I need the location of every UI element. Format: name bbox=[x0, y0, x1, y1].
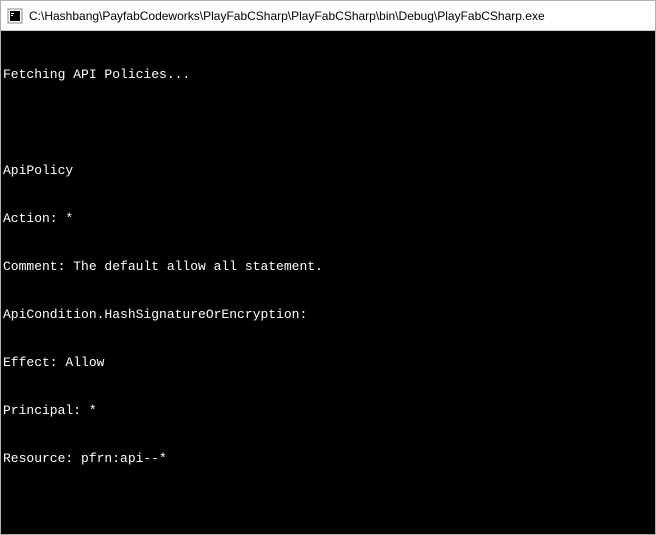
console-line bbox=[3, 115, 653, 131]
console-line: Comment: The default allow all statement… bbox=[3, 259, 653, 275]
console-line: Fetching API Policies... bbox=[3, 67, 653, 83]
console-line: Effect: Allow bbox=[3, 355, 653, 371]
console-window: C:\Hashbang\PayfabCodeworks\PlayFabCShar… bbox=[0, 0, 656, 535]
titlebar[interactable]: C:\Hashbang\PayfabCodeworks\PlayFabCShar… bbox=[1, 1, 655, 31]
console-line bbox=[3, 499, 653, 515]
app-icon bbox=[7, 8, 23, 24]
window-title: C:\Hashbang\PayfabCodeworks\PlayFabCShar… bbox=[29, 9, 545, 23]
console-line: Principal: * bbox=[3, 403, 653, 419]
console-line: ApiCondition.HashSignatureOrEncryption: bbox=[3, 307, 653, 323]
console-output[interactable]: Fetching API Policies... ApiPolicy Actio… bbox=[1, 31, 655, 534]
console-line: Resource: pfrn:api--* bbox=[3, 451, 653, 467]
console-line: Action: * bbox=[3, 211, 653, 227]
console-line: ApiPolicy bbox=[3, 163, 653, 179]
